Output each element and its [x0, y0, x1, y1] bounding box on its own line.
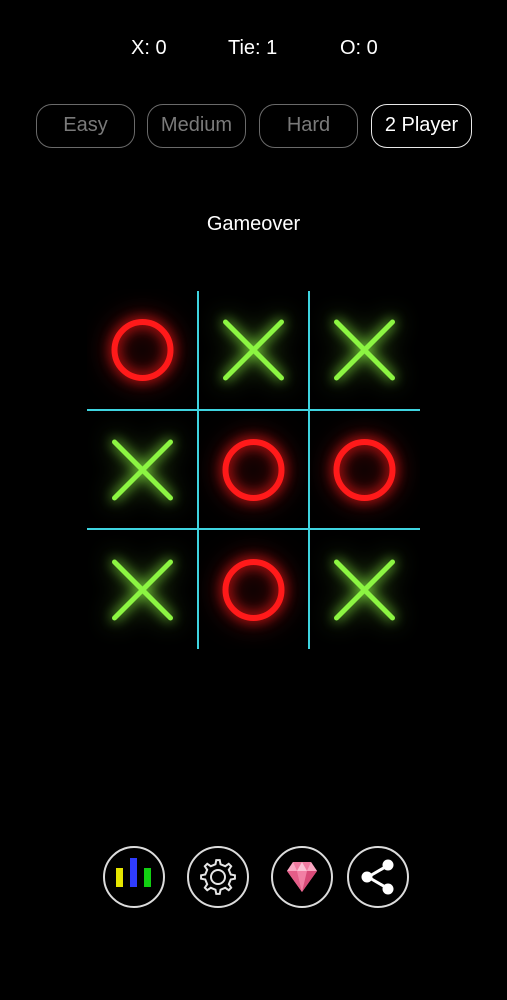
board-cell[interactable] [198, 289, 309, 409]
gem-store-button[interactable] [271, 846, 333, 908]
board-cell[interactable] [87, 529, 198, 649]
mode-hard-button[interactable]: Hard [259, 104, 358, 148]
settings-gear-icon [200, 859, 236, 895]
game-status: Gameover [206, 213, 301, 235]
o-mark-icon [333, 439, 396, 501]
share-button[interactable] [347, 846, 409, 908]
o-score: O: 0 [340, 37, 378, 59]
board-cell[interactable] [309, 289, 420, 409]
mode-2-player-button[interactable]: 2 Player [371, 104, 472, 148]
share-icon [361, 859, 394, 895]
leaderboard-button[interactable] [103, 846, 165, 908]
o-mark-icon [111, 319, 174, 381]
board-cell[interactable] [198, 409, 309, 529]
x-mark-icon [334, 559, 395, 621]
x-mark-icon [334, 319, 395, 381]
o-mark-icon [222, 559, 285, 621]
mode-easy-button[interactable]: Easy [36, 104, 135, 148]
x-mark-icon [112, 439, 173, 501]
settings-button[interactable] [187, 846, 249, 908]
bottom-toolbar [0, 846, 507, 910]
o-mark-icon [222, 439, 285, 501]
x-mark-icon [112, 559, 173, 621]
x-score: X: 0 [131, 37, 167, 59]
difficulty-selector: Easy Medium Hard 2 Player [0, 104, 507, 150]
gem-icon [287, 862, 317, 892]
board-cell[interactable] [309, 529, 420, 649]
tie-score: Tie: 1 [228, 37, 278, 59]
mode-medium-button[interactable]: Medium [147, 104, 246, 148]
x-mark-icon [223, 319, 284, 381]
game-board [87, 289, 420, 649]
scoreboard: X: 0 Tie: 1 O: 0 [0, 34, 507, 62]
board-cell[interactable] [309, 409, 420, 529]
board-cell[interactable] [87, 289, 198, 409]
board-cell[interactable] [87, 409, 198, 529]
leaderboard-icon [116, 858, 151, 887]
board-cell[interactable] [198, 529, 309, 649]
